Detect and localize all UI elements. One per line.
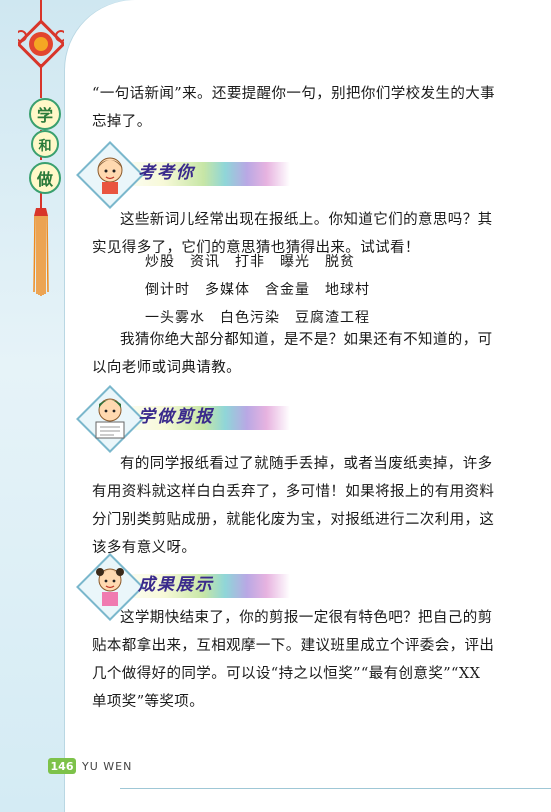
footer-divider bbox=[120, 788, 551, 789]
text-line: 几个做得好的同学。可以设“持之以恒奖”“最有创意奖”“XX bbox=[92, 666, 481, 682]
section1-paragraph-2: 我猜你绝大部分都知道，是不是？如果还有不知道的，可 以向老师或词典请教。 bbox=[92, 326, 493, 382]
girl-waving-icon bbox=[96, 568, 124, 606]
text-line: 分门别类剪贴成册，就能化废为宝，对报纸进行二次利用，这 bbox=[92, 512, 495, 528]
section-title: 考考你 bbox=[138, 163, 195, 183]
boy-reading-icon bbox=[95, 398, 125, 439]
section-header-xuezuojianbao: 学做剪报 bbox=[76, 385, 290, 453]
intro-line: 忘掉了。 bbox=[92, 114, 152, 130]
section-header-kaokaoni: 考考你 bbox=[76, 141, 290, 209]
section-title: 成果展示 bbox=[138, 575, 214, 595]
intro-paragraph: “一句话新闻”来。还要提醒你一句，别把你们学校发生的大事 忘掉了。 bbox=[92, 80, 495, 136]
text-line: 我猜你绝大部分都知道，是不是？如果还有不知道的，可 bbox=[120, 332, 493, 348]
section-title: 学做剪报 bbox=[138, 407, 214, 427]
text-line: 单项奖”等奖项。 bbox=[92, 694, 205, 710]
text-line: 这些新词儿经常出现在报纸上。你知道它们的意思吗？其 bbox=[120, 212, 493, 228]
word-list: 炒股 资讯 打非 曝光 脱贫 倒计时 多媒体 含金量 地球村 一头雾水 白色污染… bbox=[145, 248, 370, 332]
section3-paragraph: 这学期快结束了，你的剪报一定很有特色吧？把自己的剪 贴本都拿出来，互相观摩一下。… bbox=[92, 604, 494, 716]
text-line: 这学期快结束了，你的剪报一定很有特色吧？把自己的剪 bbox=[120, 610, 493, 626]
intro-line: “一句话新闻”来。还要提醒你一句，别把你们学校发生的大事 bbox=[92, 86, 496, 102]
page-number: 146 bbox=[48, 758, 76, 774]
word-row: 炒股 资讯 打非 曝光 脱贫 bbox=[145, 254, 355, 270]
section2-paragraph: 有的同学报纸看过了就随手丢掉，或者当废纸卖掉，许多 有用资料就这样白白丢弃了，多… bbox=[92, 450, 494, 562]
badge-he: 和 bbox=[31, 130, 59, 158]
girl-face-icon bbox=[97, 157, 123, 194]
badge-zuo: 做 bbox=[29, 162, 61, 194]
text-line: 以向老师或词典请教。 bbox=[92, 360, 241, 376]
word-row: 倒计时 多媒体 含金量 地球村 bbox=[145, 282, 370, 298]
text-line: 有的同学报纸看过了就随手丢掉，或者当废纸卖掉，许多 bbox=[120, 456, 493, 472]
text-line: 该多有意义呀。 bbox=[92, 540, 197, 556]
text-line: 贴本都拿出来，互相观摩一下。建议班里成立个评委会，评出 bbox=[92, 638, 495, 654]
text-line: 有用资料就这样白白丢弃了，多可惜！如果将报上的有用资料 bbox=[92, 484, 495, 500]
footer-label: YU WEN bbox=[82, 760, 133, 773]
badge-xue: 学 bbox=[29, 98, 61, 130]
